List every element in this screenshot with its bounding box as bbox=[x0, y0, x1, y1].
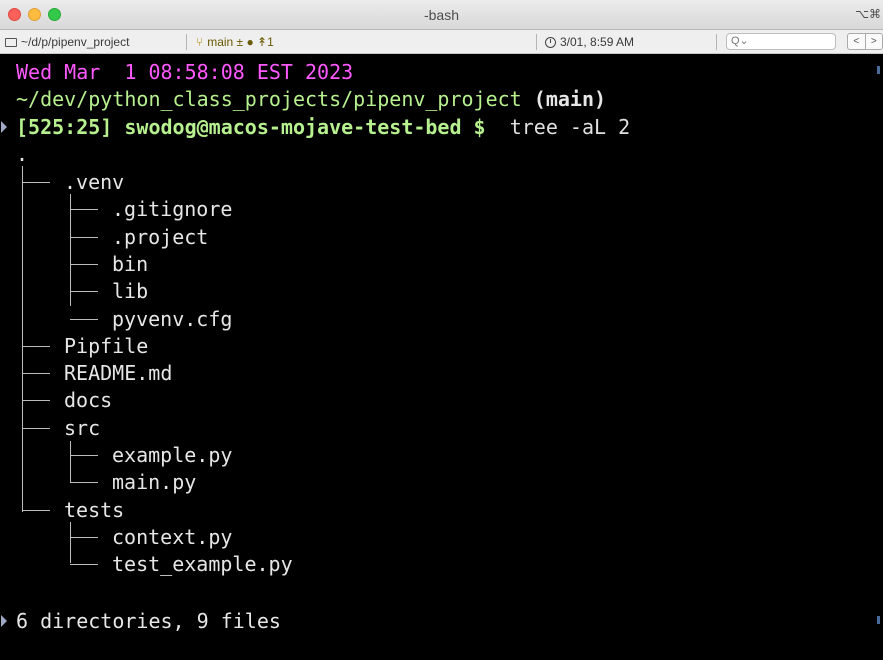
status-divider bbox=[716, 34, 717, 50]
tree-connector bbox=[22, 166, 23, 512]
folder-icon bbox=[5, 37, 17, 47]
git-branch-icon: ⑂ bbox=[196, 35, 204, 49]
status-git-label: main ± ● ↟1 bbox=[207, 35, 274, 49]
terminal-output[interactable]: Wed Mar 1 08:58:08 EST 2023 ~/dev/python… bbox=[0, 56, 880, 660]
clock-icon bbox=[545, 36, 556, 48]
status-divider bbox=[536, 34, 537, 50]
tree-branch bbox=[70, 291, 98, 293]
git-branch: (main) bbox=[533, 87, 607, 111]
tree-root: . bbox=[16, 142, 29, 166]
tree-entry: docs bbox=[64, 388, 113, 413]
tree-branch bbox=[70, 263, 98, 265]
tree-entry: bin bbox=[112, 251, 149, 276]
nav-back-button[interactable]: < bbox=[848, 34, 865, 49]
tree-entry: context.py bbox=[112, 524, 233, 549]
tree-connector bbox=[70, 441, 71, 482]
command: tree -aL 2 bbox=[509, 115, 631, 139]
tree-branch bbox=[70, 209, 98, 211]
status-clock-label: 3/01, 8:59 AM bbox=[560, 35, 635, 49]
prompt: [525:25] swodog@macos-mojave-test-bed $ bbox=[16, 115, 486, 139]
tree-connector bbox=[70, 522, 71, 563]
status-bar: ~/d/p/pipenv_project ⑂ main ± ● ↟1 3/01,… bbox=[0, 30, 883, 54]
prompt-mark-icon bbox=[1, 121, 7, 133]
search-input[interactable]: Q⌄ bbox=[726, 33, 836, 50]
tree-entry: README.md bbox=[64, 361, 173, 386]
status-path-label: ~/d/p/pipenv_project bbox=[21, 35, 130, 49]
tree-entry: Pipfile bbox=[64, 333, 149, 358]
tree-entry: tests bbox=[64, 497, 125, 522]
summary-line: 6 directories, 9 files bbox=[16, 609, 281, 633]
tree-entry: pyvenv.cfg bbox=[112, 306, 233, 331]
nav-forward-button[interactable]: > bbox=[864, 34, 883, 49]
tree-entry: test_example.py bbox=[112, 552, 293, 577]
search-placeholder: Q⌄ bbox=[731, 35, 749, 47]
tree-entry: .gitignore bbox=[112, 197, 233, 222]
tree-branch bbox=[70, 564, 98, 566]
tree-branch bbox=[22, 373, 50, 375]
shortcut-indicator: ⌥⌘ bbox=[855, 7, 881, 21]
window-title: -bash bbox=[423, 7, 460, 23]
title-bar: -bash ⌥⌘ bbox=[0, 0, 883, 30]
prompt-line: [525:25] swodog@macos-mojave-test-bed $ … bbox=[16, 115, 630, 139]
scroll-marker bbox=[877, 616, 880, 624]
status-git[interactable]: ⑂ main ± ● ↟1 bbox=[196, 35, 274, 49]
tree-entry: example.py bbox=[112, 443, 233, 467]
tree-entry: main.py bbox=[112, 470, 197, 495]
status-clock: 3/01, 8:59 AM bbox=[545, 35, 634, 49]
tree-entry: src bbox=[64, 415, 101, 440]
tree-branch bbox=[70, 455, 98, 456]
tree-branch bbox=[70, 236, 98, 238]
tree-branch bbox=[22, 427, 50, 429]
scroll-marker bbox=[877, 66, 880, 74]
tree-branch bbox=[22, 400, 50, 402]
tree-entry: .venv bbox=[64, 170, 125, 194]
tree-branch bbox=[22, 182, 50, 183]
tree-branch bbox=[22, 509, 50, 511]
cwd-line: ~/dev/python_class_projects/pipenv_proje… bbox=[16, 87, 606, 111]
nav-buttons: < > bbox=[847, 33, 883, 50]
status-path[interactable]: ~/d/p/pipenv_project bbox=[5, 35, 129, 49]
cwd-path: ~/dev/python_class_projects/pipenv_proje… bbox=[16, 87, 522, 111]
date-line: Wed Mar 1 08:58:08 EST 2023 bbox=[16, 60, 354, 84]
tree-branch bbox=[70, 482, 98, 484]
tree-entry: lib bbox=[112, 279, 149, 304]
tree-branch bbox=[22, 345, 50, 347]
tree-branch bbox=[70, 318, 98, 320]
status-divider bbox=[186, 34, 187, 50]
tree-entry: .project bbox=[112, 224, 209, 249]
prompt-mark-icon bbox=[1, 615, 7, 627]
tree-connector bbox=[70, 194, 71, 306]
tree-branch bbox=[70, 536, 98, 538]
